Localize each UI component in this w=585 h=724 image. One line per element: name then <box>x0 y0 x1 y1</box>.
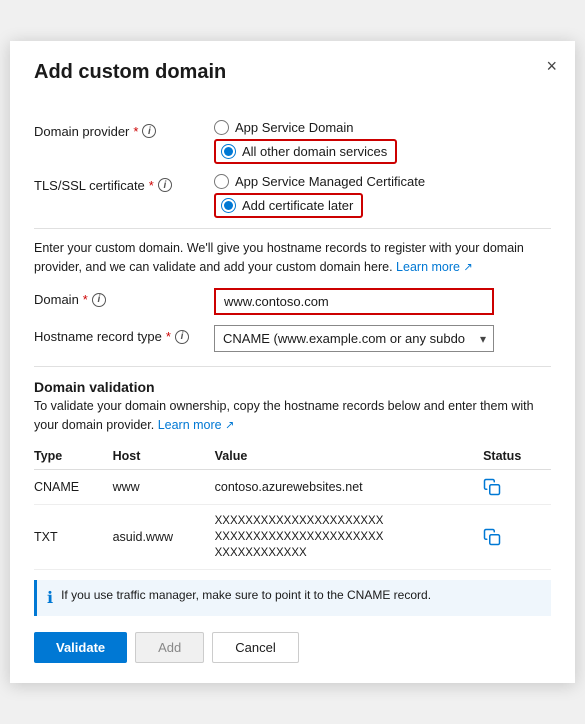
row2-host: asuid.www <box>113 504 215 569</box>
radio-app-service-domain-input[interactable] <box>214 120 229 135</box>
domain-provider-row: Domain provider * i App Service Domain A… <box>34 120 551 164</box>
col-host: Host <box>113 445 215 470</box>
copy-icon-row2[interactable] <box>483 528 501 546</box>
notice-text: Enter your custom domain. We'll give you… <box>34 239 551 277</box>
row2-type: TXT <box>34 504 113 569</box>
domain-info-icon[interactable]: i <box>92 293 106 307</box>
col-type: Type <box>34 445 113 470</box>
divider <box>34 228 551 229</box>
validate-button[interactable]: Validate <box>34 632 127 663</box>
domain-provider-info-icon[interactable]: i <box>142 124 156 138</box>
domain-validation-title: Domain validation <box>34 379 551 395</box>
hostname-record-type-select-wrapper: CNAME (www.example.com or any subdo... A… <box>214 325 494 352</box>
row2-status <box>483 504 551 569</box>
table-row: CNAME www contoso.azurewebsites.net <box>34 469 551 504</box>
close-button[interactable]: × <box>546 57 557 75</box>
row1-type: CNAME <box>34 469 113 504</box>
radio-add-later-input[interactable] <box>221 198 236 213</box>
learn-more-external-icon: ↗ <box>463 261 472 273</box>
domain-provider-label: Domain provider * i <box>34 120 214 139</box>
radio-all-other-domain-input[interactable] <box>221 144 236 159</box>
radio-app-service-domain[interactable]: App Service Domain <box>214 120 397 135</box>
domain-validation-desc: To validate your domain ownership, copy … <box>34 397 551 435</box>
table-row: TXT asuid.www XXXXXXXXXXXXXXXXXXXXXXXXXX… <box>34 504 551 569</box>
tls-ssl-info-icon[interactable]: i <box>158 178 172 192</box>
radio-add-later[interactable]: Add certificate later <box>214 193 425 218</box>
domain-input[interactable] <box>214 288 494 315</box>
domain-validation-learn-more-link[interactable]: Learn more ↗ <box>158 418 235 432</box>
row1-status <box>483 469 551 504</box>
learn-more-link[interactable]: Learn more ↗ <box>396 260 473 274</box>
tls-ssl-row: TLS/SSL certificate * i App Service Mana… <box>34 174 551 218</box>
col-value: Value <box>215 445 483 470</box>
radio-managed-cert[interactable]: App Service Managed Certificate <box>214 174 425 189</box>
row2-value: XXXXXXXXXXXXXXXXXXXXXXXXXXXXXXXXXXXXXXXX… <box>215 504 483 569</box>
domain-field-row: Domain * i <box>34 288 551 315</box>
info-bar-icon: ℹ <box>47 588 53 608</box>
add-button[interactable]: Add <box>135 632 204 663</box>
tls-ssl-label: TLS/SSL certificate * i <box>34 174 214 193</box>
domain-label: Domain * i <box>34 288 214 307</box>
hostname-record-type-label: Hostname record type * i <box>34 325 214 344</box>
row1-value: contoso.azurewebsites.net <box>215 469 483 504</box>
copy-icon-row1[interactable] <box>483 478 501 496</box>
radio-managed-cert-input[interactable] <box>214 174 229 189</box>
radio-all-other-bordered: All other domain services <box>214 139 397 164</box>
domain-validation-external-icon: ↗ <box>225 420 234 432</box>
validation-table: Type Host Value Status CNAME www contoso… <box>34 445 551 570</box>
cancel-button[interactable]: Cancel <box>212 632 298 663</box>
radio-add-later-bordered: Add certificate later <box>214 193 363 218</box>
info-bar-text: If you use traffic manager, make sure to… <box>61 588 431 602</box>
info-bar: ℹ If you use traffic manager, make sure … <box>34 580 551 616</box>
add-custom-domain-dialog: Add custom domain × Domain provider * i … <box>10 41 575 683</box>
hostname-record-type-info-icon[interactable]: i <box>175 330 189 344</box>
row1-host: www <box>113 469 215 504</box>
footer-buttons: Validate Add Cancel <box>34 632 551 663</box>
hostname-record-type-select[interactable]: CNAME (www.example.com or any subdo... A… <box>214 325 494 352</box>
hostname-record-type-row: Hostname record type * i CNAME (www.exam… <box>34 325 551 352</box>
dialog-title: Add custom domain <box>34 61 226 84</box>
domain-provider-options: App Service Domain All other domain serv… <box>214 120 397 164</box>
col-status: Status <box>483 445 551 470</box>
domain-validation-section: Domain validation To validate your domai… <box>34 379 551 570</box>
divider2 <box>34 366 551 367</box>
tls-ssl-options: App Service Managed Certificate Add cert… <box>214 174 425 218</box>
radio-all-other-domain[interactable]: All other domain services <box>214 139 397 164</box>
